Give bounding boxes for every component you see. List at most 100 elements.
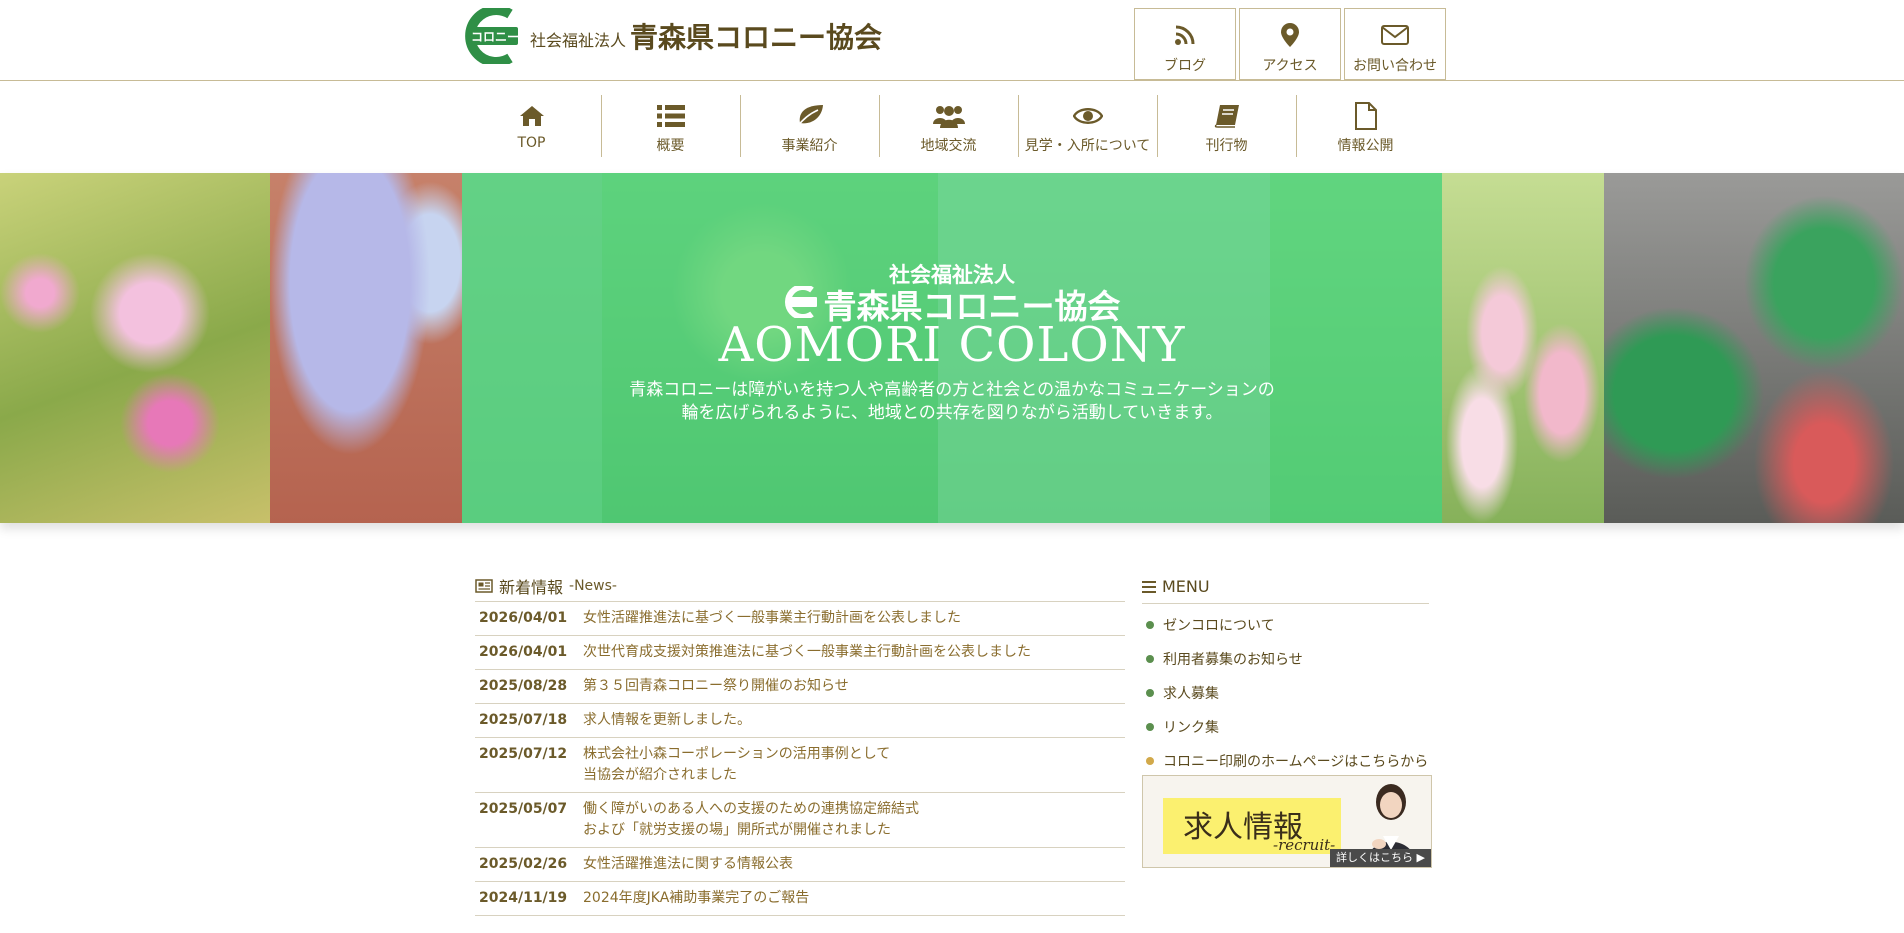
news-item[interactable]: 2025/05/07 働く障がいのある人への支援のための連携協定締結式 および「就労…: [475, 793, 1125, 848]
nav-item-community[interactable]: 地域交流: [879, 95, 1018, 159]
news-item[interactable]: 2026/04/01 女性活躍推進法に基づく一般事業主行動計画を公表しました: [475, 602, 1125, 636]
menu-item-label: 利用者募集のお知らせ: [1163, 652, 1303, 668]
hero-description: 青森コロニーは障がいを持つ人や高齢者の方と社会との温かなコミュニケーションの 輪…: [462, 379, 1442, 425]
news-item[interactable]: 2025/08/28 第３５回青森コロニー祭り開催のお知らせ: [475, 670, 1125, 704]
users-icon: [879, 101, 1018, 131]
access-button[interactable]: アクセス: [1239, 8, 1341, 80]
news-link-line: 求人情報を更新しました。: [583, 712, 751, 728]
news-link-line: 女性活躍推進法に基づく一般事業主行動計画を公表しました: [583, 610, 961, 626]
hero-banner: 社会福祉法人 青森県コロニー協会 AOMORI COLONY 青森コロニーは障が…: [0, 173, 1904, 523]
access-button-label: アクセス: [1262, 58, 1318, 74]
news-link-line: 女性活躍推進法に関する情報公表: [583, 856, 793, 872]
bullet-dot-icon: [1146, 655, 1154, 663]
hero-photo-cosmos: [0, 173, 270, 523]
logo-org-name: 青森県コロニー協会: [630, 20, 883, 54]
global-nav: TOP 概要 事業紹介 地域交流 見学・入所について 刊行物 情報公開: [0, 82, 1904, 173]
hero-photo-tulips: [1442, 173, 1604, 523]
news-subtitle: -News-: [569, 577, 617, 594]
news-heading: 新着情報 -News-: [475, 570, 1125, 602]
home-icon: [462, 101, 601, 131]
colony-logo-icon: コロニー: [462, 4, 520, 67]
news-item[interactable]: 2025/07/12 株式会社小森コーポレーションの活用事例として 当協会が紹介され…: [475, 738, 1125, 793]
news-date: 2024/11/19: [479, 890, 568, 906]
news-title: 新着情報: [499, 577, 564, 597]
logo-corp-type: 社会福祉法人: [530, 30, 627, 50]
book-icon: [1157, 101, 1296, 131]
news-link-line: 第３５回青森コロニー祭り開催のお知らせ: [583, 678, 849, 694]
bullet-dot-icon: [1146, 621, 1154, 629]
contact-button[interactable]: お問い合わせ: [1344, 8, 1446, 80]
nav-item-publications[interactable]: 刊行物: [1157, 95, 1296, 159]
news-item[interactable]: 2025/02/26 女性活躍推進法に関する情報公表: [475, 848, 1125, 882]
contact-button-label: お問い合わせ: [1353, 58, 1437, 74]
bullet-dot-icon: [1146, 723, 1154, 731]
news-link-line: 株式会社小森コーポレーションの活用事例として: [583, 746, 891, 762]
news-item[interactable]: 2026/04/01 次世代育成支援対策推進法に基づく一般事業主行動計画を公表しま…: [475, 636, 1125, 670]
eye-icon: [1018, 101, 1157, 131]
nav-item-business[interactable]: 事業紹介: [740, 95, 879, 159]
menu-item-label: ゼンコロについて: [1163, 618, 1275, 634]
svg-text:コロニー: コロニー: [471, 30, 519, 44]
hero-english-name: AOMORI COLONY: [718, 317, 1186, 373]
hero-photo-festival: [1604, 173, 1904, 523]
menu-title: MENU: [1162, 577, 1210, 596]
news-date: 2026/04/01: [479, 610, 568, 626]
menu-item[interactable]: 求人募集: [1142, 676, 1429, 710]
recruit-subtitle: -recruit-: [1273, 836, 1336, 854]
nav-item-disclosure[interactable]: 情報公開: [1296, 95, 1435, 159]
menu-heading: MENU: [1142, 570, 1429, 604]
menu-item[interactable]: リンク集: [1142, 710, 1429, 744]
news-link-line: 2024年度JKA補助事業完了のご報告: [583, 890, 810, 906]
newspaper-icon: [475, 578, 493, 593]
menu-list: ゼンコロについて利用者募集のお知らせ 求人募集リンク集コロニー印刷のホームページは…: [1142, 608, 1429, 778]
side-menu: MENU ゼンコロについて利用者募集のお知らせ 求人募集リンク集コロニー印刷のホー…: [1142, 570, 1429, 778]
hamburger-icon: [1142, 580, 1156, 593]
nav-item-overview[interactable]: 概要: [601, 95, 740, 159]
news-section: 新着情報 -News- 2026/04/01 女性活躍推進法に基づく一般事業主行動…: [475, 570, 1125, 916]
hero-photo-origami: [270, 173, 462, 523]
news-link[interactable]: 働く障がいのある人への支援のための連携協定締結式 および「就労支援の場」開所式が開…: [583, 799, 919, 841]
recruit-more-link[interactable]: 詳しくはこちら ▶: [1330, 849, 1431, 867]
menu-item[interactable]: コロニー印刷のホームページはこちらから: [1142, 744, 1429, 778]
nav-item-business-label: 事業紹介: [781, 138, 838, 154]
document-icon: [1296, 101, 1435, 131]
news-list: 2026/04/01 女性活躍推進法に基づく一般事業主行動計画を公表しました 202…: [475, 602, 1125, 916]
nav-item-visit[interactable]: 見学・入所について: [1018, 95, 1157, 159]
menu-item-label: 求人募集: [1163, 686, 1219, 702]
hero-description-line: 青森コロニーは障がいを持つ人や高齢者の方と社会との温かなコミュニケーションの: [629, 380, 1275, 400]
news-link-line: および「就労支援の場」開所式が開催されました: [583, 822, 891, 838]
menu-item[interactable]: ゼンコロについて: [1142, 608, 1429, 642]
news-link[interactable]: 2024年度JKA補助事業完了のご報告: [583, 888, 809, 909]
rss-icon: [1135, 19, 1235, 51]
nav-item-visit-label: 見学・入所について: [1024, 138, 1151, 154]
bullet-dot-icon: [1146, 689, 1154, 697]
news-link[interactable]: 女性活躍推進法に関する情報公表: [583, 854, 793, 875]
news-link[interactable]: 第３５回青森コロニー祭り開催のお知らせ: [583, 676, 849, 697]
hero-text-block: 社会福祉法人 青森県コロニー協会 AOMORI COLONY 青森コロニーは障が…: [462, 173, 1442, 523]
news-link[interactable]: 女性活躍推進法に基づく一般事業主行動計画を公表しました: [583, 608, 961, 629]
news-date: 2026/04/01: [479, 644, 568, 660]
news-link[interactable]: 株式会社小森コーポレーションの活用事例として 当協会が紹介されました: [583, 744, 890, 786]
news-date: 2025/07/12: [479, 746, 568, 762]
news-item[interactable]: 2024/11/19 2024年度JKA補助事業完了のご報告: [475, 882, 1125, 916]
news-date: 2025/02/26: [479, 856, 568, 872]
nav-item-top-label: TOP: [517, 135, 546, 151]
news-item[interactable]: 2025/07/18 求人情報を更新しました。: [475, 704, 1125, 738]
news-link[interactable]: 求人情報を更新しました。: [583, 710, 751, 731]
nav-item-overview-label: 概要: [656, 138, 685, 154]
bullet-dot-icon: [1146, 757, 1154, 765]
menu-item[interactable]: 利用者募集のお知らせ: [1142, 642, 1429, 676]
site-logo[interactable]: コロニー 社会福祉法人 青森県コロニー協会: [462, 4, 883, 67]
recruit-banner[interactable]: 求人情報 -recruit- 詳しくはこちら ▶: [1142, 775, 1432, 868]
hero-description-line: 輪を広げられるように、地域との共存を図りながら活動していきます。: [681, 403, 1223, 423]
blog-button[interactable]: ブログ: [1134, 8, 1236, 80]
news-date: 2025/08/28: [479, 678, 568, 694]
list-icon: [601, 101, 740, 131]
news-link[interactable]: 次世代育成支援対策推進法に基づく一般事業主行動計画を公表しました: [583, 642, 1031, 663]
news-link-line: 当協会が紹介されました: [583, 767, 737, 783]
news-date: 2025/07/18: [479, 712, 568, 728]
menu-item-label: リンク集: [1163, 720, 1219, 736]
news-date: 2025/05/07: [479, 801, 568, 817]
nav-item-top[interactable]: TOP: [462, 95, 601, 159]
menu-item-label: コロニー印刷のホームページはこちらから: [1163, 754, 1429, 770]
